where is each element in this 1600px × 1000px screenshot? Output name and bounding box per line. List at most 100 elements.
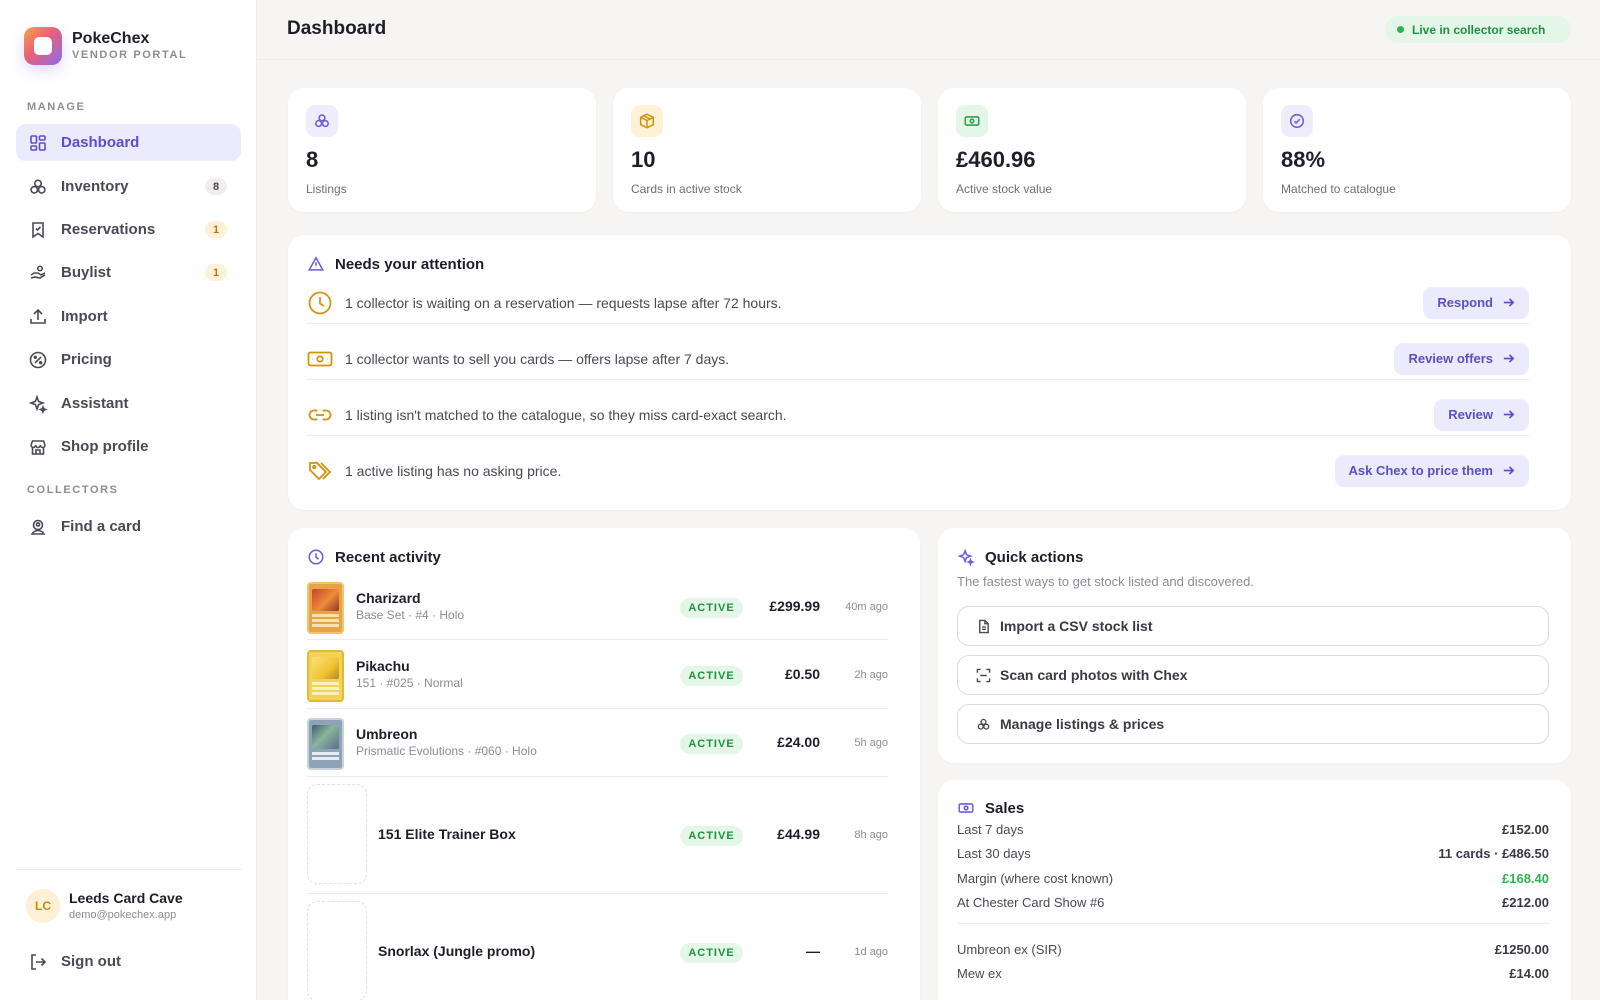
sales-label: Last 30 days	[957, 846, 1031, 861]
sidebar-item-dashboard[interactable]: Dashboard	[16, 124, 241, 161]
activity-row[interactable]: Pikachu 151 · #025 · Normal ACTIVE £0.50…	[307, 648, 888, 704]
attention-panel: Needs your attention 1 collector is wait…	[288, 235, 1571, 510]
sales-panel: Sales Last 7 days £152.00 Last 30 days 1…	[938, 780, 1571, 1000]
divider	[307, 639, 888, 640]
count-badge: 1	[205, 221, 227, 238]
stat-label: Listings	[306, 182, 347, 196]
bookmark-icon	[32, 221, 44, 239]
top-seller-row[interactable]: Mew ex £14.00	[957, 966, 1549, 988]
hand-icon	[30, 264, 46, 279]
sidebar-item-label: Pricing	[61, 351, 112, 368]
stat-value: 88%	[1281, 147, 1326, 172]
divider	[307, 893, 888, 894]
stat-label: Active stock value	[956, 182, 1053, 196]
card-thumbnail-charizard	[307, 582, 344, 634]
import-csv-label: Import a CSV stock list	[1000, 618, 1153, 634]
status-dot-icon	[1397, 26, 1404, 33]
stat-card-active-stock[interactable]: 10 Cards in active stock	[613, 88, 921, 212]
sales-row: Last 7 days £152.00	[957, 822, 1549, 844]
top-seller-row[interactable]: Umbreon ex (SIR) £1250.00	[957, 942, 1549, 964]
item-name: 151 Elite Trainer Box	[378, 826, 516, 842]
clock-icon	[307, 290, 333, 316]
sidebar-item-find-a-card[interactable]: Find a card	[16, 508, 241, 545]
status-badge: ACTIVE	[680, 734, 743, 754]
attention-text: 1 listing isn't matched to the catalogue…	[345, 406, 787, 423]
sign-out-button[interactable]: Sign out	[16, 943, 241, 980]
cash-icon	[958, 803, 974, 813]
activity-row[interactable]: 151 Elite Trainer Box ACTIVE £44.99 8h a…	[307, 784, 888, 886]
brand-subtitle: VENDOR PORTAL	[72, 49, 188, 61]
section-label-manage: MANAGE	[27, 101, 86, 113]
image-placeholder	[307, 901, 367, 1000]
divider	[307, 323, 1529, 324]
manage-listings-button[interactable]: Manage listings & prices	[957, 704, 1549, 744]
activity-row[interactable]: Snorlax (Jungle promo) ACTIVE — 1d ago	[307, 901, 888, 1000]
attention-text: 1 collector is waiting on a reservation …	[345, 294, 782, 311]
store-icon	[30, 439, 46, 455]
arrow-right-icon	[1503, 410, 1515, 419]
ask-chex-price-button[interactable]: Ask Chex to price them	[1334, 454, 1529, 487]
sidebar-item-label: Reservations	[61, 221, 156, 238]
recent-activity-title: Recent activity	[307, 548, 441, 566]
sidebar-item-pricing[interactable]: Pricing	[16, 341, 241, 378]
brand[interactable]: PokeChex VENDOR PORTAL	[24, 27, 187, 65]
card-thumbnail-pikachu	[307, 650, 344, 702]
sidebar-item-shop-profile[interactable]: Shop profile	[16, 428, 241, 465]
attention-item: 1 collector is waiting on a reservation …	[307, 275, 1529, 330]
scan-photos-button[interactable]: Scan card photos with Chex	[957, 655, 1549, 695]
user-profile[interactable]: LC Leeds Card Cave demo@pokechex.app	[26, 889, 183, 923]
sales-title-text: Sales	[985, 799, 1025, 817]
sidebar-item-label: Dashboard	[61, 134, 140, 151]
item-details: Prismatic Evolutions · #060 · Holo	[356, 744, 537, 758]
sales-label: Margin (where cost known)	[957, 871, 1114, 886]
import-csv-button[interactable]: Import a CSV stock list	[957, 606, 1549, 646]
manage-listings-label: Manage listings & prices	[1000, 716, 1165, 732]
box-icon	[631, 105, 663, 137]
top-seller-name: Mew ex	[957, 966, 1002, 981]
sales-value: 11 cards · £486.50	[1438, 846, 1549, 861]
sidebar-item-reservations[interactable]: Reservations 1	[16, 211, 241, 248]
check-circle-icon	[1281, 105, 1313, 137]
item-name: Pikachu	[356, 658, 410, 674]
sign-out-label: Sign out	[61, 953, 121, 970]
item-time: 1d ago	[854, 946, 888, 958]
stat-value: 8	[306, 147, 319, 172]
logo-icon	[24, 27, 62, 65]
divider	[307, 379, 1529, 380]
respond-button[interactable]: Respond	[1423, 286, 1529, 319]
status-badge: ACTIVE	[680, 598, 743, 618]
item-time: 5h ago	[854, 737, 888, 749]
sidebar-item-label: Inventory	[61, 178, 129, 195]
stat-card-stock-value[interactable]: £460.96 Active stock value	[938, 88, 1246, 212]
header-divider	[257, 59, 1600, 60]
grid-icon	[30, 134, 46, 151]
sidebar-item-buylist[interactable]: Buylist 1	[16, 254, 241, 291]
attention-text: 1 active listing has no asking price.	[345, 462, 562, 479]
review-offers-label: Review offers	[1408, 351, 1493, 366]
brand-name: PokeChex	[72, 30, 150, 47]
activity-row[interactable]: Umbreon Prismatic Evolutions · #060 · Ho…	[307, 716, 888, 772]
review-button[interactable]: Review	[1434, 398, 1529, 431]
sales-label: At Chester Card Show #6	[957, 895, 1105, 910]
review-button-label: Review	[1448, 407, 1493, 422]
stat-value: £460.96	[956, 147, 1036, 172]
item-time: 40m ago	[845, 601, 888, 613]
upload-icon	[30, 308, 46, 324]
sales-row: At Chester Card Show #6 £212.00	[957, 895, 1549, 917]
item-price: £24.00	[777, 734, 820, 750]
divider	[957, 923, 1549, 924]
review-offers-button[interactable]: Review offers	[1394, 342, 1529, 375]
activity-row[interactable]: Charizard Base Set · #4 · Holo ACTIVE £2…	[307, 580, 888, 636]
sidebar-divider	[16, 869, 241, 870]
sparkle-icon	[957, 548, 975, 566]
sidebar-item-import[interactable]: Import	[16, 298, 241, 335]
sidebar-item-inventory[interactable]: Inventory 8	[16, 168, 241, 205]
item-details: Base Set · #4 · Holo	[356, 608, 465, 622]
stat-card-matched[interactable]: 88% Matched to catalogue	[1263, 88, 1571, 212]
attention-item: 1 listing isn't matched to the catalogue…	[307, 387, 1529, 442]
cash-icon	[956, 105, 988, 137]
stat-card-listings[interactable]: 8 Listings	[288, 88, 596, 212]
respond-button-label: Respond	[1437, 295, 1493, 310]
sidebar-item-label: Assistant	[61, 395, 129, 412]
sidebar-item-assistant[interactable]: Assistant	[16, 385, 241, 422]
